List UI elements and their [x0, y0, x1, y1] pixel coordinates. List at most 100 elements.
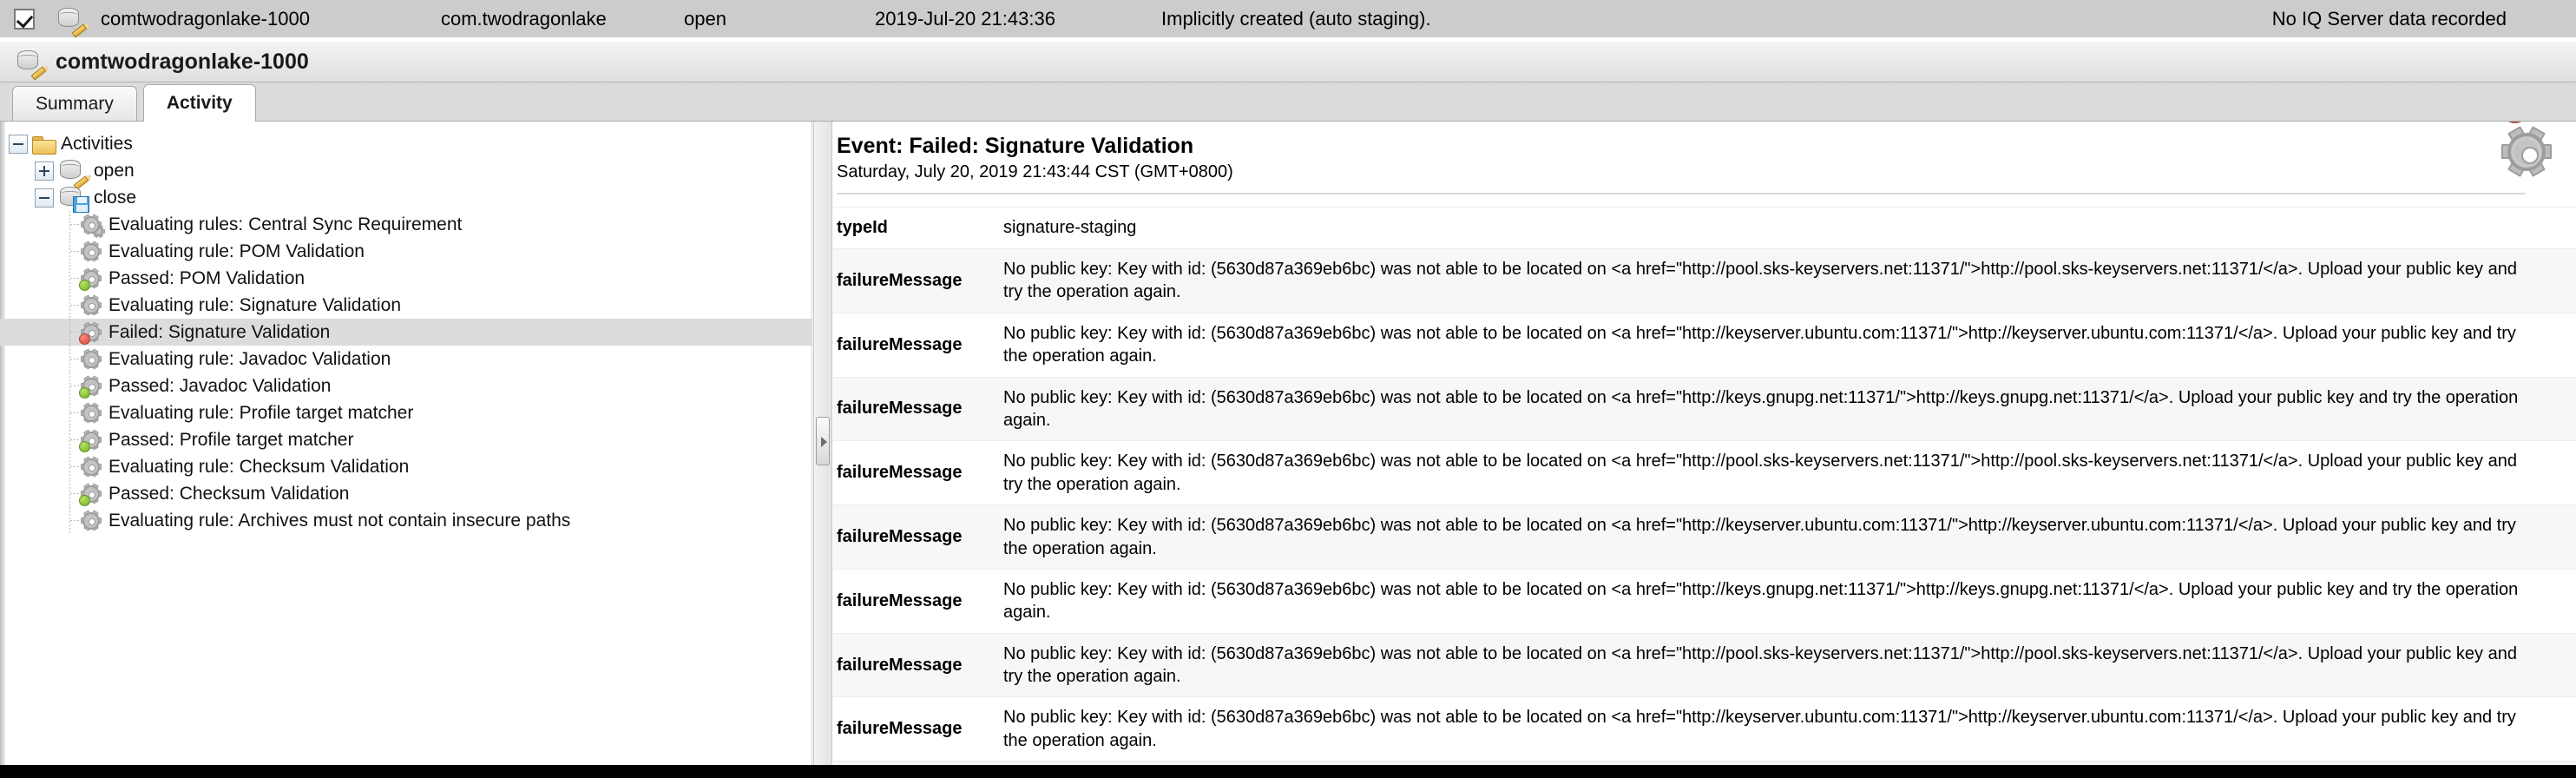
event-property-row: failureMessage No public key: Key with id… — [833, 440, 2576, 505]
tree-node[interactable]: Evaluating rule: Javadoc Validation — [0, 346, 812, 373]
event-property-row: failureMessage No public key: Key with id… — [833, 504, 2576, 570]
tree-node-label: Passed: Profile target matcher — [108, 429, 354, 450]
repository-iq-status-cell: No IQ Server data recorded — [2271, 7, 2507, 30]
repository-row-icon — [49, 6, 94, 37]
gear-pass-icon — [79, 267, 102, 291]
tree-node-label: Evaluating rule: Checksum Validation — [108, 456, 410, 477]
event-property-row: typeId signature-staging — [833, 207, 2576, 249]
database-edit-icon — [56, 6, 88, 37]
repository-select-checkbox[interactable] — [14, 8, 35, 30]
event-property-value: No public key: Key with id: (5630d87a369… — [1003, 504, 2576, 570]
database-edit-icon — [58, 158, 89, 189]
tab-activity-label: Activity — [166, 92, 233, 113]
gear-pass-icon — [79, 429, 102, 452]
tree-collapse-toggle-icon[interactable] — [35, 188, 54, 208]
tree-node-label: Passed: POM Validation — [108, 267, 306, 288]
database-save-icon — [58, 185, 89, 213]
tree-guide-line — [61, 265, 80, 292]
tree-node-label: Activities — [61, 133, 133, 154]
tree-node[interactable]: Failed: Signature Validation — [0, 319, 812, 346]
tree-node[interactable]: close — [0, 184, 812, 213]
event-property-key: typeId — [833, 207, 1003, 249]
event-property-key: failureMessage — [833, 376, 1003, 441]
tree-node[interactable]: Evaluating rules: Central Sync Requireme… — [0, 211, 812, 238]
event-property-value: No public key: Key with id: (5630d87a369… — [1003, 568, 2576, 634]
tree-guide-line — [61, 319, 80, 346]
tree-node[interactable]: open — [0, 157, 812, 189]
database-edit-icon — [16, 49, 47, 81]
event-property-key: failureMessage — [833, 312, 1003, 378]
event-property-value: No public key: Key with id: (5630d87a369… — [1003, 440, 2576, 505]
tree-guide-line — [61, 480, 80, 507]
tree-node-label: Evaluating rules: Central Sync Requireme… — [108, 214, 463, 234]
folder-icon — [32, 135, 56, 155]
event-property-value: No public key: Key with id: (5630d87a369… — [1003, 632, 2576, 697]
tree-expand-toggle-icon[interactable] — [35, 161, 54, 181]
panel-title-bar: comtwodragonlake-1000 — [0, 41, 2576, 82]
tree-guide-line — [61, 211, 80, 238]
tree-node[interactable]: Passed: POM Validation — [0, 265, 812, 292]
event-property-key: failureMessage — [833, 504, 1003, 570]
staging-repository-activity-screen: comtwodragonlake-1000 com.twodragonlake … — [0, 0, 2576, 778]
event-property-row: failureMessage No public key: Key with id… — [833, 632, 2576, 697]
event-timestamp: Saturday, July 20, 2019 21:43:44 CST (GM… — [837, 162, 1233, 181]
tab-summary-label: Summary — [36, 93, 114, 114]
tree-node-label: close — [94, 187, 137, 208]
pane-splitter[interactable] — [813, 122, 832, 765]
tree-node-label: Passed: Checksum Validation — [108, 483, 350, 504]
tree-guide-line — [61, 238, 80, 265]
tree-node-label: Evaluating rule: Javadoc Validation — [108, 348, 391, 369]
tree-guide-line — [61, 373, 80, 399]
gear-icon — [80, 241, 102, 263]
repository-group-cell: com.twodragonlake — [441, 7, 607, 30]
gear-pass-icon — [79, 483, 102, 506]
tree-guide-line — [61, 292, 80, 319]
activity-tree[interactable]: Activities open close Evaluating rules: Cen… — [0, 122, 812, 534]
gear-icon — [80, 402, 102, 425]
tab-summary[interactable]: Summary — [12, 86, 137, 121]
repository-select-checkbox-cell[interactable] — [0, 8, 49, 30]
event-property-value: signature-staging — [1003, 207, 2576, 249]
tree-node[interactable]: Passed: Profile target matcher — [0, 426, 812, 453]
tree-guide-line — [61, 507, 80, 534]
splitter-collapse-handle[interactable] — [816, 417, 830, 465]
event-property-value: No public key: Key with id: (5630d87a369… — [1003, 312, 2576, 378]
event-detail: Event: Failed: Signature Validation Satu… — [833, 122, 2576, 765]
event-property-value: No public key: Key with id: (5630d87a369… — [1003, 248, 2576, 313]
tree-node-label: Failed: Signature Validation — [108, 321, 331, 342]
tab-activity[interactable]: Activity — [142, 84, 256, 122]
double-gear-icon — [80, 214, 105, 238]
tree-guide-line — [61, 426, 80, 453]
tree-node-label: Evaluating rule: POM Validation — [108, 241, 365, 261]
tree-guide-line — [61, 453, 80, 480]
repository-name-cell: comtwodragonlake-1000 — [101, 7, 310, 30]
tree-node[interactable]: Activities — [0, 130, 812, 157]
gear-icon — [80, 348, 102, 371]
repository-description-cell: Implicitly created (auto staging). — [1161, 7, 1431, 30]
tree-node[interactable]: Evaluating rule: Signature Validation — [0, 292, 812, 319]
repository-state-cell: open — [684, 7, 726, 30]
event-property-row: failureMessage No public key: Key with id… — [833, 312, 2576, 378]
gear-fail-icon — [79, 321, 102, 345]
tree-collapse-toggle-icon[interactable] — [9, 134, 28, 154]
activity-tree-pane[interactable]: Activities open close Evaluating rules: Cen… — [0, 122, 812, 765]
event-property-key: failureMessage — [833, 696, 1003, 762]
tree-node[interactable]: Evaluating rule: Checksum Validation — [0, 453, 812, 480]
tree-node[interactable]: Evaluating rule: Profile target matcher — [0, 399, 812, 426]
tree-node[interactable]: Evaluating rule: POM Validation — [0, 238, 812, 265]
tree-node-label: Evaluating rule: Archives must not conta… — [108, 510, 571, 531]
event-property-value: No public key: Key with id: (5630d87a369… — [1003, 376, 2576, 441]
tree-node[interactable]: Evaluating rule: Archives must not conta… — [0, 507, 812, 534]
event-property-key: failureMessage — [833, 248, 1003, 313]
event-status-icon-wrap — [2500, 122, 2553, 179]
tree-node[interactable]: Passed: Checksum Validation — [0, 480, 812, 507]
tree-node-label: Evaluating rule: Signature Validation — [108, 294, 401, 315]
page-title: comtwodragonlake-1000 — [56, 49, 309, 74]
event-property-key: failureMessage — [833, 440, 1003, 505]
event-property-key: failureMessage — [833, 632, 1003, 697]
event-property-key: failureMessage — [833, 568, 1003, 634]
tree-node[interactable]: Passed: Javadoc Validation — [0, 373, 812, 399]
event-property-row: failureMessage No public key: Key with id… — [833, 568, 2576, 634]
event-property-row: failureMessage No public key: Key with id… — [833, 248, 2576, 313]
repository-summary-row[interactable]: comtwodragonlake-1000 com.twodragonlake … — [0, 0, 2576, 39]
